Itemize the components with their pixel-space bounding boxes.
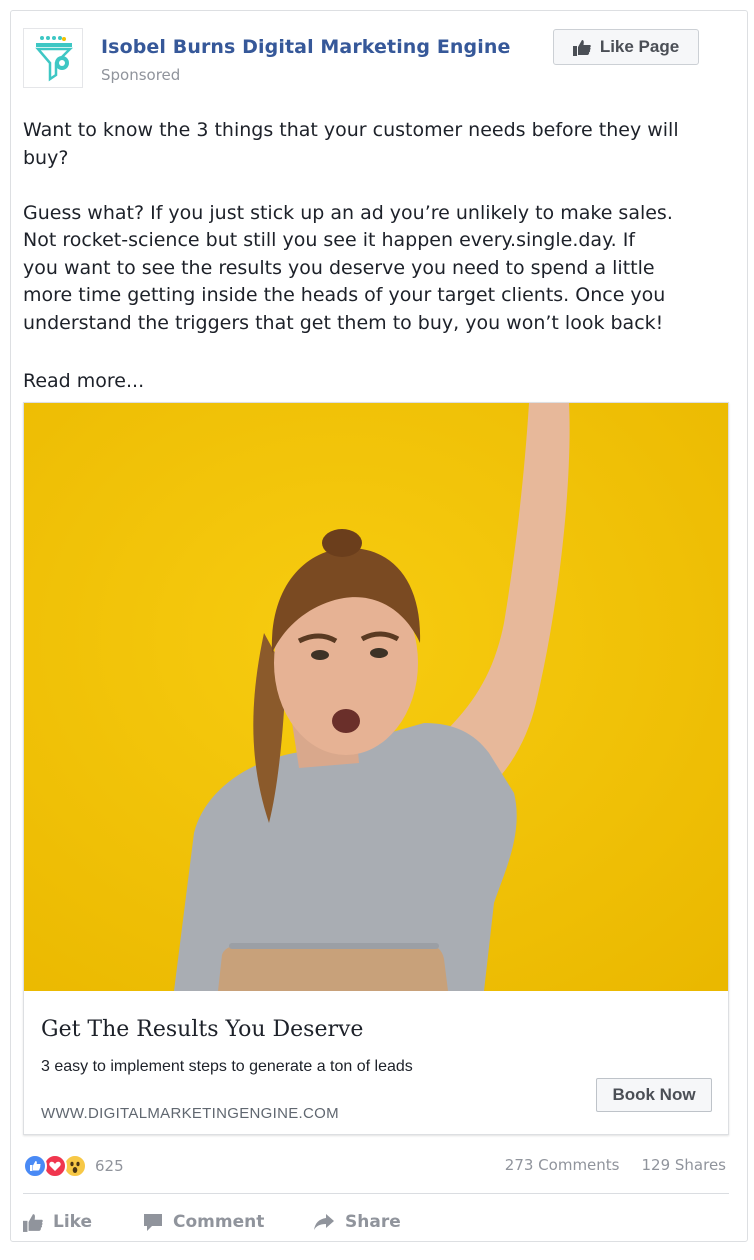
ad-image[interactable] xyxy=(24,403,728,991)
sponsored-post-card: Isobel Burns Digital Marketing Engine Sp… xyxy=(10,10,748,1242)
read-more-link[interactable]: Read more... xyxy=(23,370,144,392)
link-domain: WWW.DIGITALMARKETINGENGINE.COM xyxy=(41,1105,339,1122)
like-button[interactable]: Like xyxy=(23,1207,143,1237)
funnel-gear-logo-icon xyxy=(35,36,74,82)
like-page-label: Like Page xyxy=(599,37,680,56)
sponsored-label[interactable]: Sponsored xyxy=(101,66,180,84)
link-title[interactable]: Get The Results You Deserve xyxy=(41,1017,363,1042)
shares-count[interactable]: 129 Shares xyxy=(642,1156,727,1174)
post-message: Want to know the 3 things that your cust… xyxy=(23,117,739,337)
like-label: Like xyxy=(53,1212,93,1232)
divider xyxy=(23,1193,729,1194)
thumbs-up-icon xyxy=(23,1213,43,1232)
comment-icon xyxy=(144,1213,162,1231)
post-paragraph: Want to know the 3 things that your cust… xyxy=(23,119,679,169)
reaction-summary[interactable]: 625 xyxy=(23,1154,124,1178)
link-attachment[interactable]: Get The Results You Deserve 3 easy to im… xyxy=(23,402,729,1135)
reaction-count[interactable]: 625 xyxy=(95,1157,124,1175)
page-name-link[interactable]: Isobel Burns Digital Marketing Engine xyxy=(101,36,510,58)
like-page-button[interactable]: Like Page xyxy=(553,29,699,65)
post-actions: Like Comment Share xyxy=(23,1207,433,1237)
comment-label: Comment xyxy=(173,1212,265,1232)
share-icon xyxy=(314,1214,334,1230)
share-button[interactable]: Share xyxy=(313,1207,433,1237)
page-avatar[interactable] xyxy=(23,28,83,88)
link-description: 3 easy to implement steps to generate a … xyxy=(41,1058,413,1075)
comment-button[interactable]: Comment xyxy=(143,1207,313,1237)
post-paragraph: Guess what? If you just stick up an ad y… xyxy=(23,201,673,334)
like-reaction-icon xyxy=(23,1154,47,1178)
comments-count[interactable]: 273 Comments xyxy=(505,1156,620,1174)
thumbs-up-icon xyxy=(572,39,591,56)
engagement-stats: 273 Comments 129 Shares xyxy=(505,1156,726,1174)
share-label: Share xyxy=(345,1212,401,1232)
book-now-button[interactable]: Book Now xyxy=(596,1078,712,1112)
